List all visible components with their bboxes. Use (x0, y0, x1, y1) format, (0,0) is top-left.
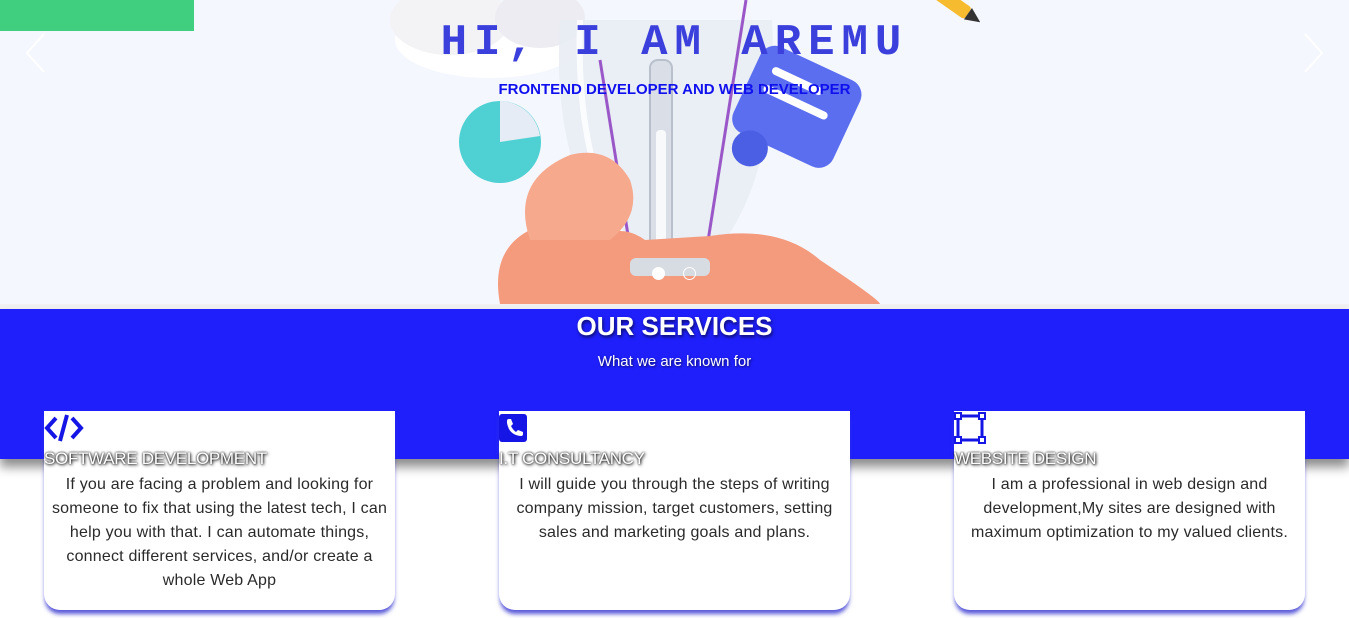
service-card-it-consultancy: I.T CONSULTANCY I will guide you through… (499, 411, 850, 610)
service-card-title: I.T CONSULTANCY (499, 449, 645, 468)
carousel-dot-1[interactable] (652, 267, 665, 280)
carousel-dot-2[interactable] (683, 267, 696, 280)
service-card-description: I am a professional in web design and de… (971, 476, 1288, 541)
services-title: OUR SERVICES (576, 311, 773, 341)
service-card-title: WEBSITE DESIGN (954, 449, 1097, 468)
services-subtitle: What we are known for (597, 353, 752, 370)
code-icon (44, 414, 84, 442)
service-card-description: I will guide you through the steps of wr… (516, 476, 833, 541)
hero-subtitle: FRONTEND DEVELOPER AND WEB DEVELOPER (498, 81, 851, 98)
phone-icon (499, 414, 527, 442)
service-card-title: SOFTWARE DEVELOPMENT (44, 449, 267, 468)
carousel-indicators (652, 267, 696, 280)
hero-title: HI, I AM AREMU (440, 18, 909, 68)
service-card-software-development: SOFTWARE DEVELOPMENT If you are facing a… (44, 411, 395, 610)
service-card-description: If you are facing a problem and looking … (51, 476, 388, 589)
vector-square-icon (954, 412, 986, 444)
service-card-website-design: WEBSITE DESIGN I am a professional in we… (954, 411, 1305, 610)
hero-carousel: HI, I AM AREMU FRONTEND DEVELOPER AND WE… (0, 0, 1349, 304)
